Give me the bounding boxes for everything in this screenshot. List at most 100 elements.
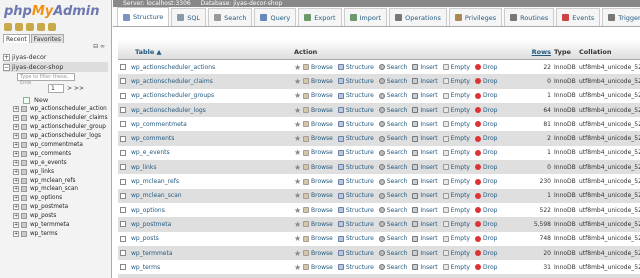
collapse-icon[interactable]: − (3, 63, 10, 71)
table-icon[interactable] (21, 222, 27, 229)
tab-events[interactable]: Events (556, 8, 601, 26)
browse-link[interactable]: Browse (303, 92, 333, 99)
table-icon[interactable] (21, 115, 27, 122)
table-icon[interactable] (21, 168, 27, 175)
search-link[interactable]: Search (378, 107, 407, 114)
table-icon[interactable] (21, 159, 27, 166)
table-name-link[interactable]: wp_commentmeta (131, 121, 294, 128)
search-link[interactable]: Search (378, 164, 407, 171)
nav-table-item[interactable]: + wp_actionscheduler_action (13, 105, 108, 114)
search-link[interactable]: Search (378, 264, 407, 271)
search-link[interactable]: Search (378, 221, 407, 228)
empty-link[interactable]: Empty (442, 149, 470, 156)
favorite-star-icon[interactable]: ★ (294, 249, 303, 258)
expand-icon[interactable]: + (13, 195, 19, 202)
insert-link[interactable]: Insert (412, 78, 438, 85)
docs-icon[interactable] (26, 23, 34, 31)
nav-table-item[interactable]: + wp_links (13, 167, 108, 176)
empty-link[interactable]: Empty (442, 264, 470, 271)
table-icon[interactable] (21, 186, 27, 193)
tab-query[interactable]: Query (254, 8, 297, 26)
structure-link[interactable]: Structure (337, 192, 374, 199)
insert-link[interactable]: Insert (412, 64, 438, 71)
header-table[interactable]: Table ▲ (118, 48, 294, 56)
search-link[interactable]: Search (378, 92, 407, 99)
insert-link[interactable]: Insert (412, 235, 438, 242)
expand-icon[interactable]: + (13, 177, 19, 184)
insert-link[interactable]: Insert (412, 92, 438, 99)
drop-link[interactable]: Drop (474, 178, 497, 185)
row-checkbox[interactable] (120, 235, 126, 242)
table-name-link[interactable]: wp_actionscheduler_claims (131, 78, 294, 85)
empty-link[interactable]: Empty (442, 78, 470, 85)
drop-link[interactable]: Drop (474, 250, 497, 257)
table-name-link[interactable]: wp_posts (131, 235, 294, 242)
collapse-all-icon[interactable]: ⊟ ∞ (0, 43, 111, 52)
tab-privileges[interactable]: Privileges (448, 8, 503, 26)
favorite-star-icon[interactable]: ★ (294, 134, 303, 143)
expand-icon[interactable]: + (13, 124, 19, 131)
table-name-link[interactable]: wp_links (131, 164, 294, 171)
table-icon[interactable] (21, 124, 27, 131)
favorite-star-icon[interactable]: ★ (294, 91, 303, 100)
nav-table-item[interactable]: + wp_actionscheduler_group (13, 123, 108, 132)
favorite-star-icon[interactable]: ★ (294, 77, 303, 86)
favorite-star-icon[interactable]: ★ (294, 120, 303, 129)
structure-link[interactable]: Structure (337, 78, 374, 85)
structure-link[interactable]: Structure (337, 221, 374, 228)
nav-table-item[interactable]: + wp_actionscheduler_logs (13, 132, 108, 141)
table-icon[interactable] (21, 106, 27, 113)
tree-db-jiyas-decor[interactable]: + jiyas-decor (3, 52, 108, 62)
empty-link[interactable]: Empty (442, 235, 470, 242)
empty-link[interactable]: Empty (442, 250, 470, 257)
row-checkbox[interactable] (120, 107, 126, 114)
empty-link[interactable]: Empty (442, 178, 470, 185)
tab-export[interactable]: Export (298, 8, 342, 26)
table-name-link[interactable]: wp_mclean_scan (131, 192, 294, 199)
drop-link[interactable]: Drop (474, 192, 497, 199)
page-select[interactable]: 1 (48, 83, 64, 93)
table-name-link[interactable]: wp_e_events (131, 149, 294, 156)
structure-link[interactable]: Structure (337, 135, 374, 142)
favorite-star-icon[interactable]: ★ (294, 263, 303, 272)
drop-link[interactable]: Drop (474, 207, 497, 214)
tab-recent[interactable]: Recent (3, 34, 30, 43)
nav-table-item[interactable]: + wp_terms (13, 229, 108, 238)
row-checkbox[interactable] (120, 221, 126, 228)
nav-table-item[interactable]: + wp_posts (13, 212, 108, 221)
home-icon[interactable] (4, 23, 12, 31)
insert-link[interactable]: Insert (412, 264, 438, 271)
insert-link[interactable]: Insert (412, 121, 438, 128)
expand-icon[interactable]: + (13, 142, 19, 148)
empty-link[interactable]: Empty (442, 207, 470, 214)
browse-link[interactable]: Browse (303, 107, 333, 114)
row-checkbox[interactable] (120, 192, 126, 199)
nav-table-item[interactable]: + wp_termmeta (13, 221, 108, 230)
next-page-link[interactable]: > >> (67, 85, 84, 92)
new-table-link[interactable]: New (23, 95, 108, 105)
row-checkbox[interactable] (120, 135, 126, 142)
structure-link[interactable]: Structure (337, 207, 374, 214)
drop-link[interactable]: Drop (474, 164, 497, 171)
table-name-link[interactable]: wp_actionscheduler_groups (131, 92, 294, 99)
expand-icon[interactable]: + (13, 150, 19, 157)
favorite-star-icon[interactable]: ★ (294, 163, 303, 172)
search-link[interactable]: Search (378, 207, 407, 214)
search-link[interactable]: Search (378, 149, 407, 156)
structure-link[interactable]: Structure (337, 149, 374, 156)
nav-table-item[interactable]: + wp_commentmeta (13, 141, 108, 150)
row-checkbox[interactable] (120, 178, 126, 185)
tab-favorites[interactable]: Favorites (30, 34, 64, 43)
structure-link[interactable]: Structure (337, 64, 374, 71)
row-checkbox[interactable] (120, 250, 126, 256)
table-icon[interactable] (21, 195, 27, 202)
drop-link[interactable]: Drop (474, 107, 497, 114)
tab-sql[interactable]: SQL (171, 8, 207, 26)
header-collation[interactable]: Collation (577, 48, 640, 56)
empty-link[interactable]: Empty (442, 192, 470, 199)
search-link[interactable]: Search (378, 64, 407, 71)
nav-table-item[interactable]: + wp_mclean_scan (13, 185, 108, 194)
search-link[interactable]: Search (378, 135, 407, 142)
table-name-link[interactable]: wp_options (131, 207, 294, 214)
insert-link[interactable]: Insert (412, 250, 438, 257)
